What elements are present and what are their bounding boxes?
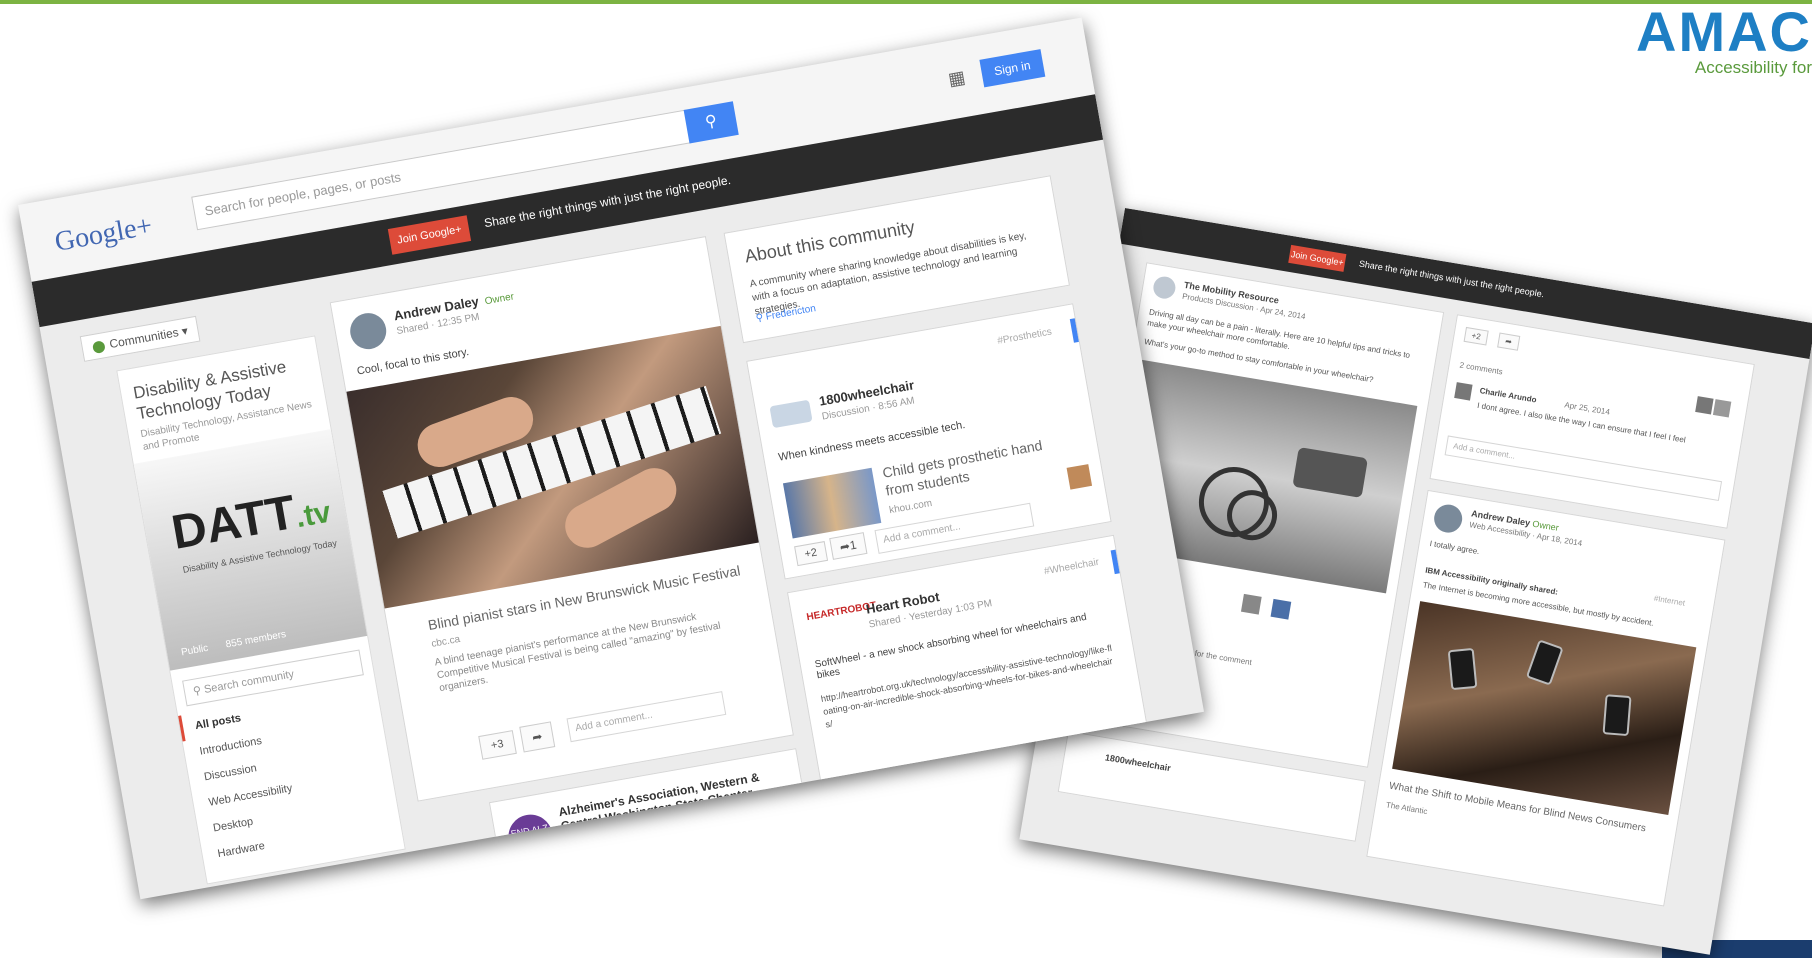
post-text: I totally agree.: [1429, 538, 1481, 557]
commenter-avatar[interactable]: [1270, 598, 1292, 620]
category-tab: [1069, 318, 1079, 343]
post-comments-card: +2 ➦ 2 comments Charlie Arundo Apr 25, 2…: [1429, 314, 1755, 529]
plus-one-button[interactable]: +3: [478, 730, 517, 760]
link-site: The Atlantic: [1385, 800, 1429, 817]
avatar[interactable]: END ALZ: [504, 811, 556, 863]
share-button[interactable]: ➦1: [829, 532, 868, 560]
plus-one-button[interactable]: +2: [1463, 326, 1489, 346]
post-author[interactable]: 1800wheelchair: [1104, 752, 1171, 773]
comment-meta: Apr 25, 2014: [1563, 400, 1611, 417]
phones-photo[interactable]: [1392, 601, 1697, 815]
google-plus-logo[interactable]: Google+: [52, 210, 154, 259]
search-button[interactable]: ⚲: [683, 101, 739, 144]
location-pin-icon: ⚲: [755, 312, 765, 325]
avatar[interactable]: [1432, 502, 1465, 535]
post-text: This app falls on the opposite side of m…: [516, 820, 811, 883]
amac-logo: AMAC Accessibility for: [1632, 2, 1812, 82]
hashtag[interactable]: #Wheelchair: [1043, 557, 1100, 577]
hashtag[interactable]: #Internet: [1653, 594, 1686, 608]
commenter-avatar[interactable]: [1240, 593, 1262, 615]
community-search-placeholder: Search community: [203, 668, 295, 696]
top-accent-line: [0, 0, 1812, 4]
post-author[interactable]: Alzheimer's Association, Western & Centr…: [557, 766, 788, 833]
magnifier-icon: ⚲: [703, 112, 719, 132]
avatar[interactable]: [347, 310, 390, 352]
share-count: 1: [848, 537, 858, 553]
public-label: Public: [180, 642, 210, 659]
link-thumbnail[interactable]: [782, 467, 882, 539]
communities-dropdown[interactable]: Communities ▾: [79, 315, 201, 362]
avatar[interactable]: [1151, 274, 1178, 301]
commenter-avatar[interactable]: [1454, 382, 1473, 401]
commenter-avatar[interactable]: [1066, 464, 1093, 490]
share-button[interactable]: ➦: [519, 721, 556, 753]
communities-icon: [91, 339, 106, 354]
post-andrew-daley: Andrew Daley Owner Web Accessibility · A…: [1366, 489, 1726, 907]
phone-shape: [1447, 647, 1478, 691]
commenter-avatar[interactable]: [1712, 399, 1732, 418]
owner-badge: Owner: [483, 291, 515, 308]
community-cover: DATT.tv Disability & Assistive Technolog…: [133, 429, 368, 671]
share-button[interactable]: ➦: [1497, 332, 1521, 351]
comment-count[interactable]: 2 comments: [1459, 360, 1503, 376]
post-blind-pianist: Andrew Daley Owner Shared · 12:35 PM Cool…: [329, 236, 794, 802]
post-prosthetic-hand: #Prosthetics 1800wheelchair Discussion ·…: [746, 303, 1112, 580]
join-google-button[interactable]: Join Google+: [1288, 244, 1347, 272]
communities-label: Communities: [108, 325, 180, 352]
category-tab: [1110, 549, 1120, 575]
promo-tagline: Share the right things with just the rig…: [1358, 258, 1545, 300]
link-title[interactable]: Child gets prosthetic hand from students: [881, 433, 1065, 500]
plus-one-button[interactable]: +2: [794, 541, 828, 567]
search-placeholder: Search for people, pages, or posts: [203, 169, 402, 219]
sign-in-button[interactable]: Sign in: [979, 49, 1046, 88]
add-comment-input[interactable]: Add a comment...: [566, 691, 727, 743]
phone-shape: [1602, 694, 1632, 737]
car-shape: [1292, 446, 1368, 498]
screenshot-community-page: Google+ Search for people, pages, or pos…: [18, 17, 1205, 900]
join-google-button[interactable]: Join Google+: [387, 215, 472, 255]
add-comment-input[interactable]: Add a comment...: [1444, 435, 1723, 502]
share-icon: ➦: [1504, 336, 1513, 347]
community-stats: Public 855 members: [180, 629, 287, 658]
phone-shape: [1525, 639, 1564, 686]
avatar[interactable]: [769, 399, 813, 429]
amac-logo-name: AMAC: [1636, 0, 1812, 63]
link-site: cbc.ca: [430, 633, 461, 650]
hashtag[interactable]: #Prosthetics: [997, 326, 1053, 346]
share-icon: ➦: [531, 729, 544, 745]
member-count: 855 members: [224, 629, 287, 651]
link-site: khou.com: [888, 497, 934, 517]
apps-grid-icon[interactable]: ▦: [947, 67, 967, 91]
commenter-avatar[interactable]: [1695, 396, 1714, 415]
